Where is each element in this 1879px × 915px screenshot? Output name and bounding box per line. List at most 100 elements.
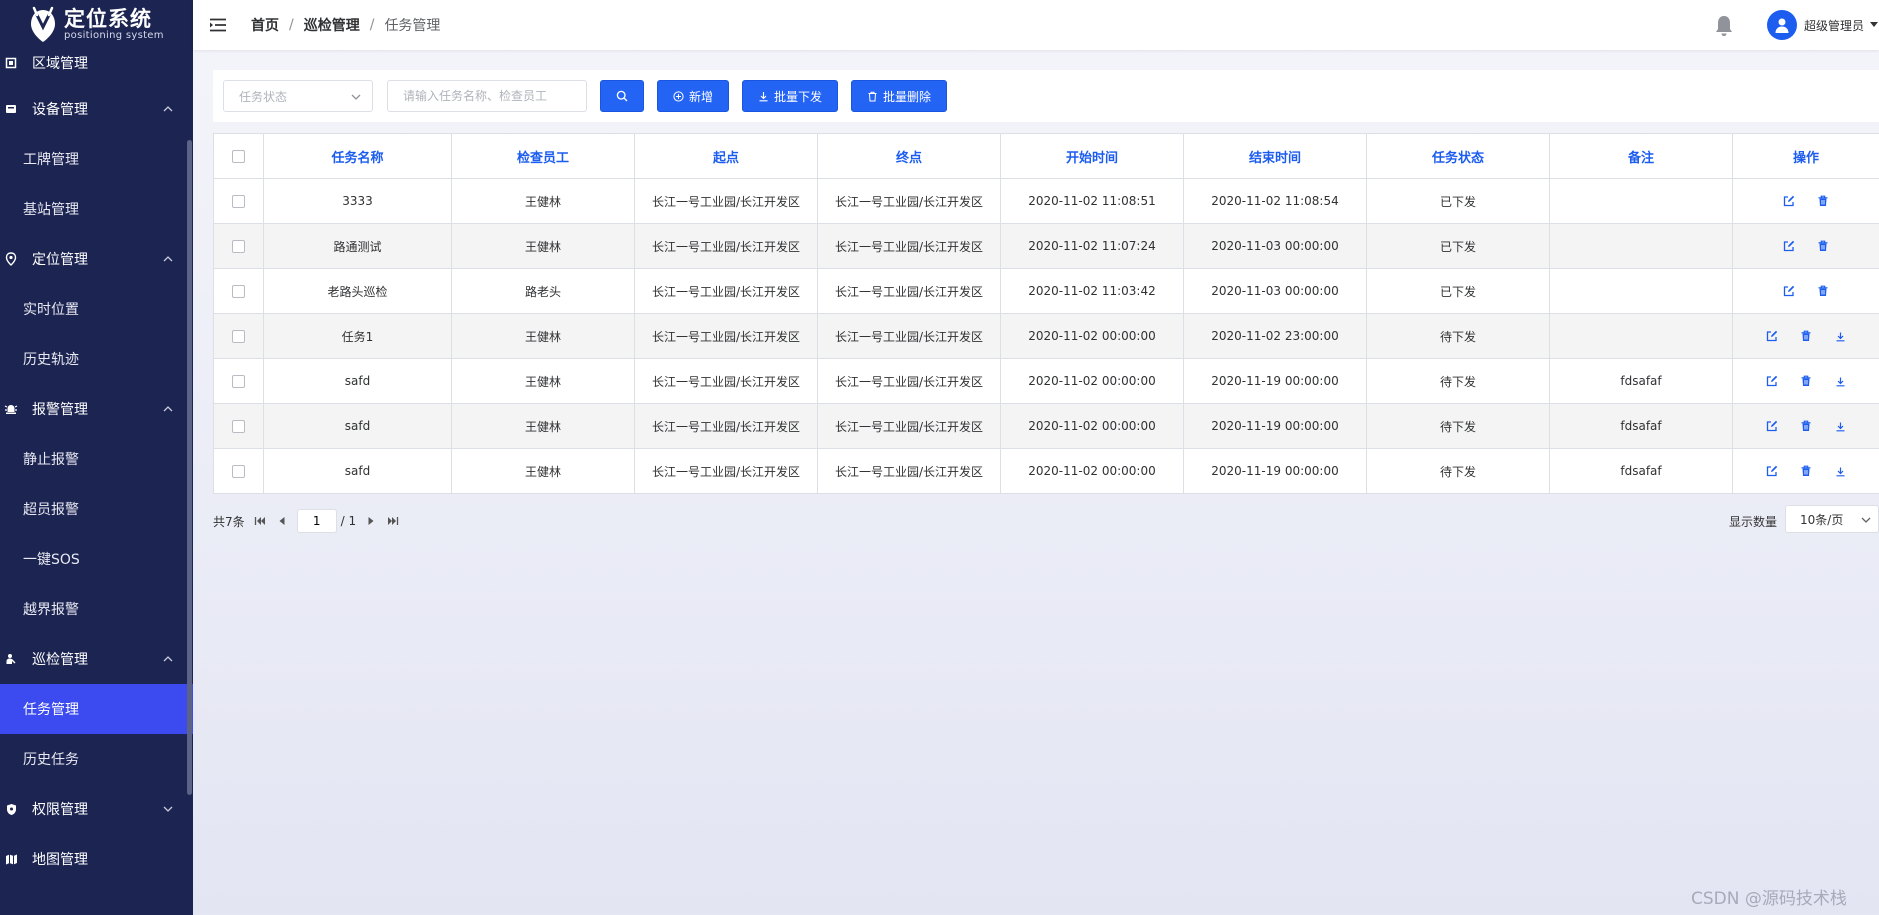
row-checkbox[interactable]: [232, 330, 245, 343]
actions-cell: [1732, 448, 1879, 494]
start-time-cell: 2020-11-02 00:00:00: [1000, 358, 1184, 404]
sidebar-scrollbar[interactable]: [187, 140, 192, 795]
row-checkbox[interactable]: [232, 465, 245, 478]
end-time-cell: 2020-11-02 23:00:00: [1183, 313, 1367, 359]
row-checkbox[interactable]: [232, 195, 245, 208]
sidebar-group-inspection[interactable]: 巡检管理: [0, 634, 193, 684]
sidebar-group-permission[interactable]: 权限管理: [0, 784, 193, 834]
row-select-cell: [213, 223, 264, 269]
start-time-cell: 2020-11-02 11:07:24: [1000, 223, 1184, 269]
status-cell: 已下发: [1366, 178, 1550, 224]
edit-button[interactable]: [1764, 373, 1780, 389]
sidebar-item-overcrowd-alarm[interactable]: 超员报警: [0, 484, 193, 534]
status-cell: 待下发: [1366, 313, 1550, 359]
pagination: 共7条 / 1: [213, 508, 400, 534]
trash-icon: [868, 91, 877, 101]
sidebar-group-device[interactable]: 设备管理: [0, 84, 193, 134]
delete-button[interactable]: [1815, 283, 1831, 299]
page-size-select[interactable]: 10条/页: [1785, 505, 1879, 533]
add-task-button[interactable]: 新增: [657, 80, 730, 112]
page-number-input[interactable]: [296, 509, 337, 533]
task-status-select[interactable]: 任务状态: [223, 80, 373, 112]
sidebar-item-task-management[interactable]: 任务管理: [0, 684, 193, 734]
sidebar-item-sos[interactable]: 一键SOS: [0, 534, 193, 584]
batch-delete-button[interactable]: 批量删除: [851, 80, 948, 112]
remark-cell: fdsafaf: [1549, 448, 1733, 494]
sidebar-item-static-alarm[interactable]: 静止报警: [0, 434, 193, 484]
delete-button[interactable]: [1798, 418, 1814, 434]
breadcrumb-inspection[interactable]: 巡检管理: [304, 15, 360, 35]
sidebar-group-area[interactable]: 区域管理: [0, 42, 193, 84]
sidebar-item-boundary-alarm[interactable]: 越界报警: [0, 584, 193, 634]
end-time-cell: 2020-11-03 00:00:00: [1183, 268, 1367, 314]
sidebar-group-map[interactable]: 地图管理: [0, 834, 193, 884]
breadcrumb-home[interactable]: 首页: [251, 15, 279, 35]
issue-button[interactable]: [1832, 328, 1848, 344]
alarm-icon: [4, 402, 18, 416]
delete-button[interactable]: [1798, 463, 1814, 479]
issue-button[interactable]: [1832, 373, 1848, 389]
user-icon: [1775, 18, 1789, 33]
remark-cell: [1549, 313, 1733, 359]
row-checkbox[interactable]: [232, 240, 245, 253]
issue-button[interactable]: [1832, 418, 1848, 434]
edit-button[interactable]: [1764, 328, 1780, 344]
caret-down-icon[interactable]: [1870, 22, 1878, 27]
actions-cell: [1732, 223, 1879, 269]
batch-issue-button[interactable]: 批量下发: [742, 80, 839, 112]
table-row: safd 王健林 长江一号工业园/长江开发区 长江一号工业园/长江开发区 202…: [213, 358, 1879, 404]
delete-button[interactable]: [1798, 373, 1814, 389]
delete-button[interactable]: [1798, 328, 1814, 344]
remark-cell: fdsafaf: [1549, 403, 1733, 449]
sidebar-group-alarm[interactable]: 报警管理: [0, 384, 193, 434]
start-time-cell: 2020-11-02 00:00:00: [1000, 448, 1184, 494]
end-point-cell: 长江一号工业园/长江开发区: [817, 358, 1001, 404]
last-page-button[interactable]: [386, 514, 400, 528]
sidebar-item-base-station[interactable]: 基站管理: [0, 184, 193, 234]
user-name[interactable]: 超级管理员: [1804, 17, 1864, 34]
actions-cell: [1732, 268, 1879, 314]
first-page-button[interactable]: [253, 514, 267, 528]
edit-button[interactable]: [1764, 418, 1780, 434]
delete-button[interactable]: [1815, 238, 1831, 254]
page-size-value: 10条/页: [1800, 512, 1844, 527]
row-checkbox[interactable]: [232, 420, 245, 433]
task-name-cell: 任务1: [263, 313, 452, 359]
column-header: 检查员工: [451, 133, 635, 179]
row-checkbox[interactable]: [232, 285, 245, 298]
filter-toolbar: 任务状态 新增 批量下发 批量删除: [213, 70, 1879, 122]
start-point-cell: 长江一号工业园/长江开发区: [634, 403, 818, 449]
edit-button[interactable]: [1781, 193, 1797, 209]
edit-button[interactable]: [1764, 463, 1780, 479]
select-all-checkbox[interactable]: [232, 149, 245, 163]
chevron-up-icon: [163, 256, 173, 262]
edit-icon: [1766, 420, 1778, 432]
avatar[interactable]: [1767, 10, 1797, 40]
inspector-cell: 王健林: [451, 178, 635, 224]
start-time-cell: 2020-11-02 00:00:00: [1000, 313, 1184, 359]
trash-icon: [1818, 195, 1828, 206]
breadcrumb-separator: /: [289, 17, 294, 33]
task-table: 任务名称 检查员工 起点 终点 开始时间 结束时间 任务状态 备注 操作 333…: [213, 133, 1879, 494]
next-page-button[interactable]: [364, 514, 378, 528]
sidebar-item-history-tasks[interactable]: 历史任务: [0, 734, 193, 784]
menu-toggle-button[interactable]: [209, 17, 229, 33]
end-time-cell: 2020-11-19 00:00:00: [1183, 448, 1367, 494]
select-all-cell: [213, 133, 264, 179]
task-name-cell: safd: [263, 358, 452, 404]
bell-icon[interactable]: [1713, 14, 1735, 38]
edit-button[interactable]: [1781, 238, 1797, 254]
search-input[interactable]: [387, 80, 587, 112]
search-button[interactable]: [600, 80, 644, 112]
app-title: 定位系统: [64, 7, 152, 31]
prev-page-button[interactable]: [275, 514, 289, 528]
table-header-row: 任务名称 检查员工 起点 终点 开始时间 结束时间 任务状态 备注 操作: [213, 133, 1879, 179]
sidebar-group-location[interactable]: 定位管理: [0, 234, 193, 284]
edit-button[interactable]: [1781, 283, 1797, 299]
sidebar-item-realtime-position[interactable]: 实时位置: [0, 284, 193, 334]
row-checkbox[interactable]: [232, 375, 245, 388]
issue-button[interactable]: [1832, 463, 1848, 479]
sidebar-item-history-track[interactable]: 历史轨迹: [0, 334, 193, 384]
delete-button[interactable]: [1815, 193, 1831, 209]
sidebar-item-badge[interactable]: 工牌管理: [0, 134, 193, 184]
